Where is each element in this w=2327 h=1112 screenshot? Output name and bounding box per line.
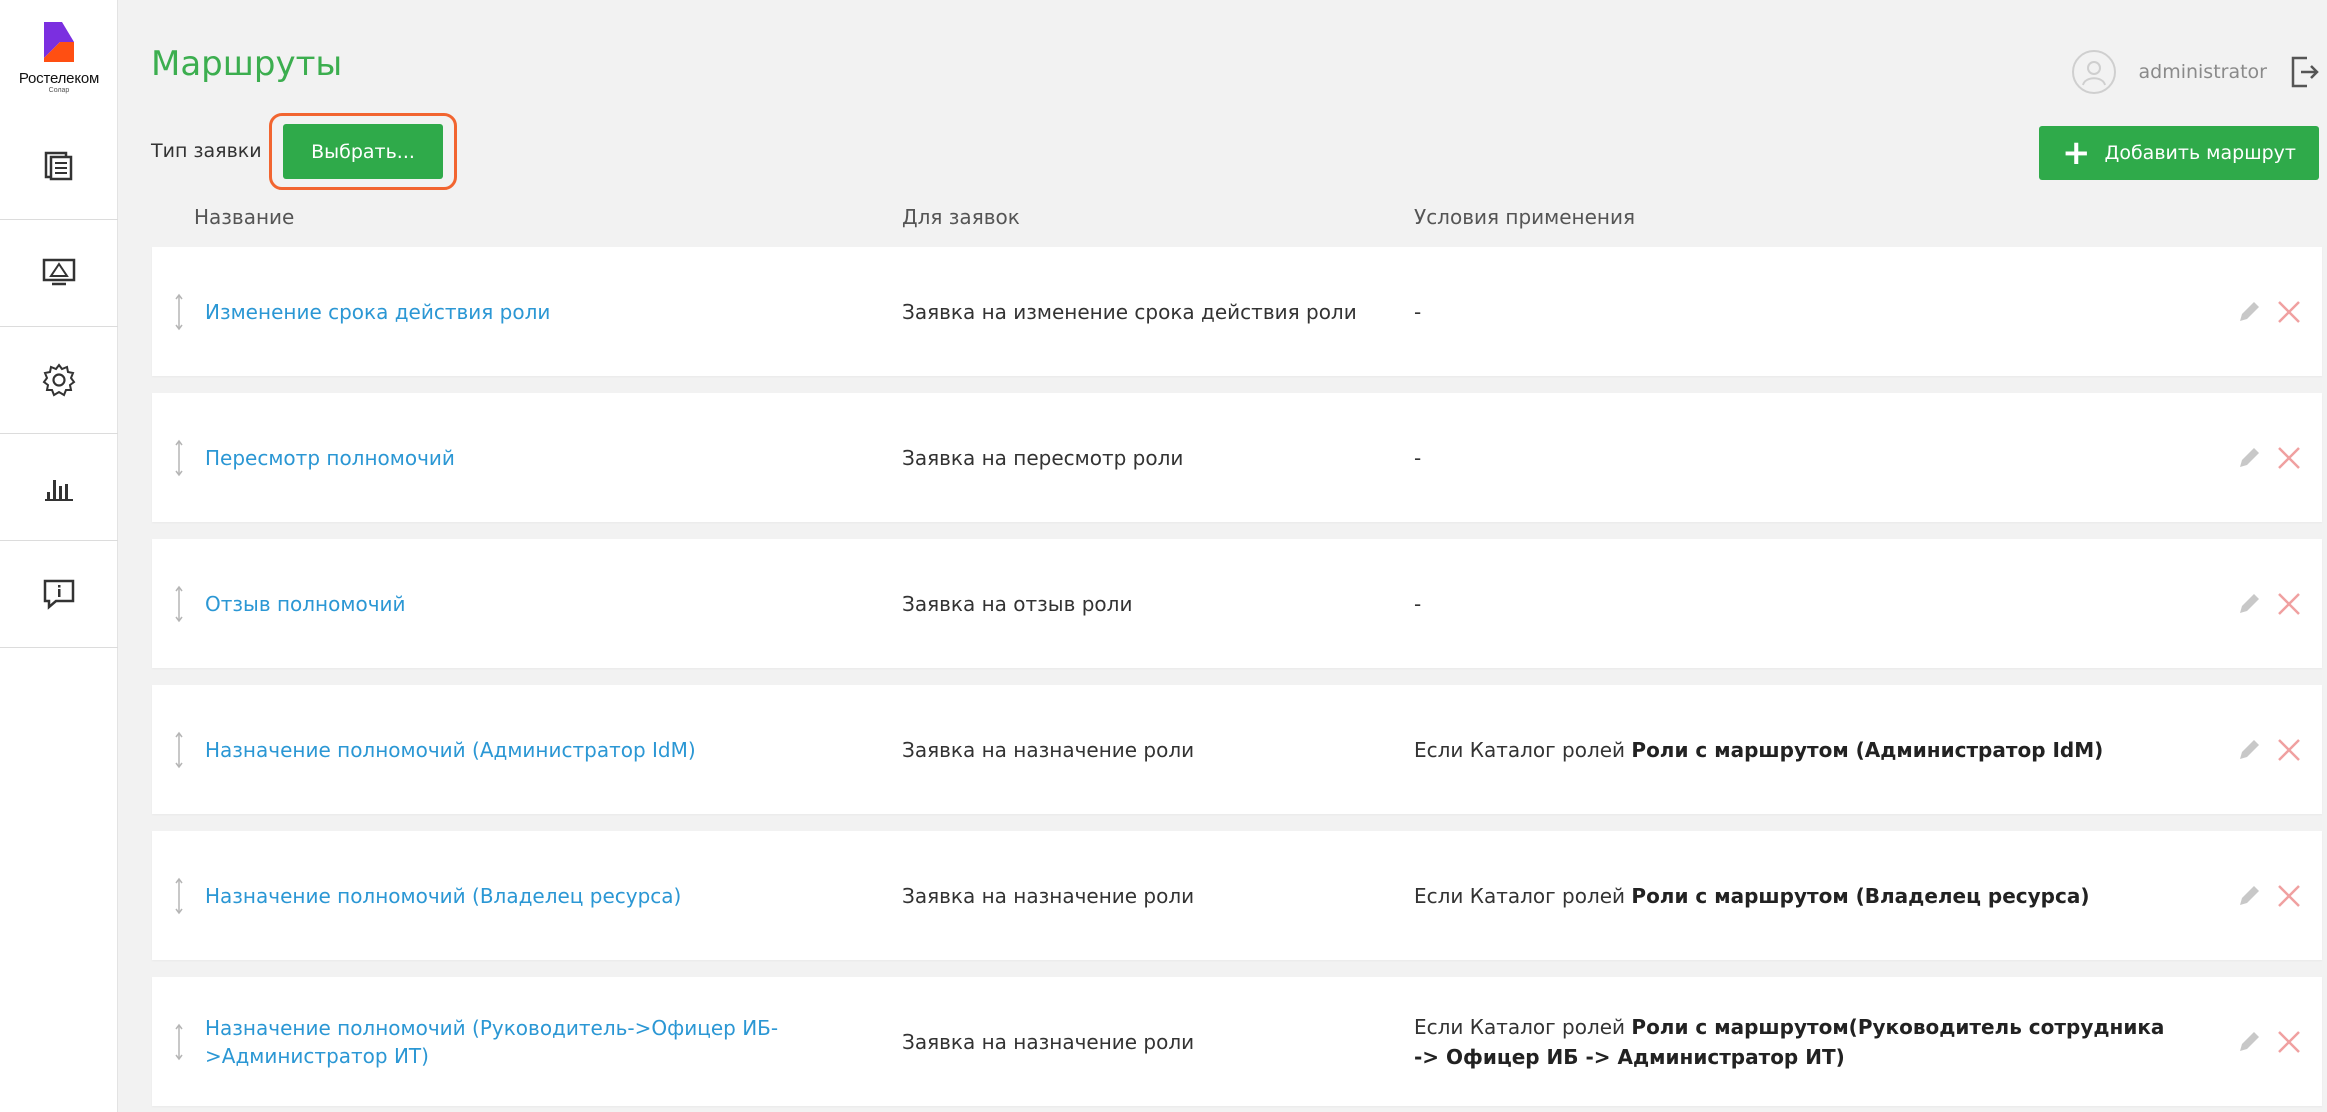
- documents-icon: [44, 151, 73, 181]
- delete-x-icon[interactable]: [2276, 737, 2302, 763]
- main-content: Маршруты administrator Тип заявки Выбрат…: [118, 0, 2327, 1112]
- feedback-icon: [43, 579, 75, 610]
- avatar[interactable]: [2072, 50, 2117, 94]
- table-row: Назначение полномочий (Администратор IdM…: [152, 685, 2322, 814]
- condition-cell: -: [1414, 297, 2174, 327]
- condition-cell: Если Каталог ролей Роли с маршрутом (Адм…: [1414, 735, 2174, 765]
- brand-logo[interactable]: Ростелеком Солар: [0, 0, 118, 130]
- condition-prefix: -: [1414, 445, 1422, 470]
- drag-handle-icon[interactable]: [174, 292, 184, 332]
- request-type-cell: Заявка на назначение роли: [902, 883, 1195, 908]
- brand-name: Ростелеком: [18, 70, 100, 87]
- logout-icon[interactable]: [2291, 56, 2319, 88]
- condition-cell: Если Каталог ролей Роли с маршрутом(Руко…: [1414, 1012, 2174, 1072]
- edit-pencil-icon[interactable]: [2236, 591, 2262, 617]
- page-title: Маршруты: [151, 44, 343, 84]
- edit-pencil-icon[interactable]: [2236, 737, 2262, 763]
- route-name-link[interactable]: Отзыв полномочий: [205, 590, 805, 618]
- sidebar: Ростелеком Солар: [0, 0, 118, 1112]
- drag-handle-icon[interactable]: [174, 1022, 184, 1062]
- condition-prefix: Если Каталог ролей: [1414, 883, 1632, 908]
- route-name-link[interactable]: Назначение полномочий (Руководитель->Офи…: [205, 1014, 805, 1070]
- plus-icon: +: [2062, 133, 2091, 173]
- condition-prefix: -: [1414, 591, 1422, 616]
- table-row: Пересмотр полномочий Заявка на пересмотр …: [152, 393, 2322, 522]
- sidebar-item-reports[interactable]: [0, 434, 118, 541]
- request-type-cell: Заявка на назначение роли: [902, 737, 1195, 762]
- request-type-cell: Заявка на отзыв роли: [902, 591, 1133, 616]
- request-type-cell: Заявка на назначение роли: [902, 1029, 1195, 1054]
- column-header-conditions: Условия применения: [1414, 205, 1636, 229]
- route-name-link[interactable]: Назначение полномочий (Владелец ресурса): [205, 882, 805, 910]
- table-row: Назначение полномочий (Владелец ресурса)…: [152, 831, 2322, 960]
- drag-handle-icon[interactable]: [174, 438, 184, 478]
- condition-cell: Если Каталог ролей Роли с маршрутом (Вла…: [1414, 881, 2174, 911]
- select-highlight: Выбрать...: [269, 113, 457, 190]
- condition-prefix: -: [1414, 299, 1422, 324]
- table-row: Отзыв полномочий Заявка на отзыв роли -: [152, 539, 2322, 668]
- edit-pencil-icon[interactable]: [2236, 445, 2262, 471]
- add-route-button[interactable]: + Добавить маршрут: [2039, 126, 2319, 180]
- route-name-link[interactable]: Пересмотр полномочий: [205, 444, 805, 472]
- monitor-icon: [42, 258, 76, 286]
- add-route-label: Добавить маршрут: [2104, 142, 2296, 164]
- row-actions: [2222, 1029, 2302, 1055]
- condition-role: Роли с маршрутом (Администратор IdM): [1631, 737, 2104, 762]
- row-actions: [2222, 883, 2302, 909]
- row-actions: [2222, 299, 2302, 325]
- condition-prefix: Если Каталог ролей: [1414, 1014, 1632, 1039]
- delete-x-icon[interactable]: [2276, 883, 2302, 909]
- gear-icon: [42, 363, 76, 397]
- row-actions: [2222, 445, 2302, 471]
- rostelecom-logo-icon: [44, 22, 74, 62]
- edit-pencil-icon[interactable]: [2236, 883, 2262, 909]
- sidebar-item-requests[interactable]: [0, 113, 118, 220]
- brand-sub: Солар: [48, 87, 70, 94]
- drag-handle-icon[interactable]: [174, 584, 184, 624]
- table-row: Назначение полномочий (Руководитель->Офи…: [152, 977, 2322, 1106]
- request-type-cell: Заявка на пересмотр роли: [902, 445, 1184, 470]
- bar-chart-icon: [45, 480, 73, 501]
- edit-pencil-icon[interactable]: [2236, 1029, 2262, 1055]
- route-name-link[interactable]: Назначение полномочий (Администратор IdM…: [205, 736, 805, 764]
- delete-x-icon[interactable]: [2276, 1029, 2302, 1055]
- row-actions: [2222, 737, 2302, 763]
- column-header-request-type: Для заявок: [902, 205, 1020, 229]
- user-box: administrator: [2072, 50, 2319, 94]
- select-request-type-button[interactable]: Выбрать...: [283, 124, 443, 179]
- edit-pencil-icon[interactable]: [2236, 299, 2262, 325]
- table-row: Изменение срока действия роли Заявка на и…: [152, 247, 2322, 376]
- user-icon: [2082, 61, 2107, 86]
- condition-cell: -: [1414, 443, 2174, 473]
- request-type-cell: Заявка на изменение срока действия роли: [902, 299, 1357, 324]
- drag-handle-icon[interactable]: [174, 730, 184, 770]
- sidebar-item-monitor[interactable]: [0, 220, 118, 327]
- request-type-label: Тип заявки: [151, 140, 262, 162]
- sidebar-item-feedback[interactable]: [0, 541, 118, 648]
- drag-handle-icon[interactable]: [174, 876, 184, 916]
- row-actions: [2222, 591, 2302, 617]
- condition-prefix: Если Каталог ролей: [1414, 737, 1632, 762]
- sidebar-item-settings[interactable]: [0, 327, 118, 434]
- column-header-name: Название: [194, 205, 295, 229]
- condition-role: Роли с маршрутом (Владелец ресурса): [1631, 883, 2090, 908]
- condition-cell: -: [1414, 589, 2174, 619]
- delete-x-icon[interactable]: [2276, 299, 2302, 325]
- delete-x-icon[interactable]: [2276, 445, 2302, 471]
- route-name-link[interactable]: Изменение срока действия роли: [205, 298, 805, 326]
- delete-x-icon[interactable]: [2276, 591, 2302, 617]
- username[interactable]: administrator: [2138, 61, 2267, 83]
